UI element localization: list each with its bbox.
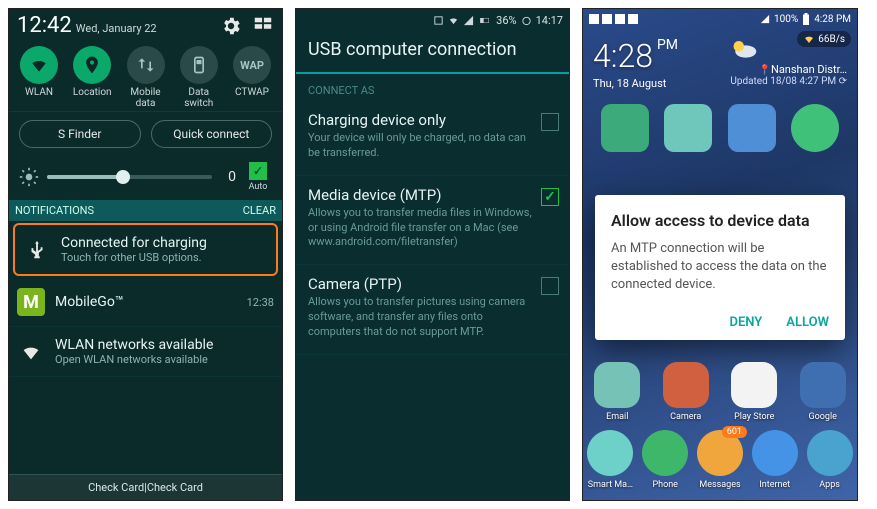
option-desc: Allows you to transfer pictures using ca… (308, 295, 533, 340)
option-mtp[interactable]: Media device (MTP) Allows you to transfe… (296, 176, 569, 266)
checkbox-checked[interactable] (541, 188, 559, 206)
battery-icon (478, 15, 492, 26)
notification-title: Connected for charging (61, 235, 207, 251)
notification-mobilego[interactable]: M MobileGo™ 12:38 (9, 278, 282, 327)
option-title: Charging device only (308, 111, 533, 129)
signal-icon (760, 14, 770, 24)
battery-percent: 36% (496, 14, 516, 27)
dialog-title: Allow access to device data (611, 211, 829, 230)
status-bar: 100% 4:28 PM (583, 9, 857, 29)
app-messages[interactable]: 601Messages (693, 430, 748, 490)
mobilego-icon: M (17, 288, 45, 316)
app-phone[interactable]: Phone (638, 430, 693, 490)
badge-count: 601 (722, 426, 747, 438)
location-text: 📍Nanshan Distr… (730, 63, 847, 76)
notifications-title: NOTIFICATIONS (15, 204, 94, 217)
option-charging-only[interactable]: Charging device only Your device will on… (296, 101, 569, 176)
phone1-notification-panel: 12:42 Wed, January 22 WLAN Location Mobi… (8, 8, 283, 501)
app-apps[interactable]: Apps (802, 430, 857, 490)
wifi-icon (448, 15, 459, 26)
status-icon (615, 14, 625, 24)
status-icon (602, 14, 612, 24)
option-title: Media device (MTP) (308, 186, 533, 204)
dock-row: Smart Ma… Phone 601Messages Internet App… (583, 430, 857, 490)
clock-date: Wed, January 22 (76, 22, 157, 35)
clock-ampm: PM (657, 37, 678, 53)
phone2-usb-settings: 36% 14:17 USB computer connection CONNEC… (295, 8, 570, 501)
app-widget[interactable] (791, 104, 839, 152)
qs-wlan[interactable]: WLAN (13, 46, 65, 109)
dialog-body: An MTP connection will be established to… (611, 240, 829, 295)
checkbox[interactable] (541, 113, 559, 131)
status-icon (589, 14, 599, 24)
sfinder-button[interactable]: S Finder (19, 120, 141, 148)
status-time: 14:17 (536, 14, 563, 27)
battery-icon (802, 13, 810, 25)
notification-title: WLAN networks available (55, 337, 213, 353)
brightness-row: 0 ✓Auto (9, 156, 282, 200)
weather-cloud-icon (730, 37, 758, 59)
notification-title: MobileGo™ (55, 294, 124, 310)
brightness-slider[interactable] (47, 175, 212, 179)
app-play-store[interactable]: Play Store (722, 362, 786, 422)
clock-time: 4:28 (593, 37, 653, 75)
grid-icon[interactable] (252, 15, 274, 37)
footer-text: Check Card|Check Card (9, 474, 282, 500)
clock-date: Thu, 18 August (593, 77, 678, 90)
deny-button[interactable]: DENY (729, 315, 762, 330)
section-header: CONNECT AS (296, 74, 569, 101)
app-email[interactable]: Email (585, 362, 649, 422)
app-camera[interactable]: Camera (654, 362, 718, 422)
option-desc: Your device will only be charged, no dat… (308, 131, 533, 161)
battery-percent: 100% (774, 14, 798, 25)
speed-bubble: 66B/s (797, 31, 851, 47)
status-bar: 36% 14:17 (296, 9, 569, 31)
wifi-icon (803, 33, 815, 45)
app-widget[interactable] (601, 104, 649, 152)
checkbox[interactable] (541, 277, 559, 295)
notification-sub: Open WLAN networks available (55, 353, 213, 366)
app-google[interactable]: Google (791, 362, 855, 422)
screen-title: USB computer connection (296, 31, 569, 74)
option-desc: Allows you to transfer media files in Wi… (308, 206, 533, 251)
quick-settings-row: WLAN Location Mobile data Data switch WA… (9, 40, 282, 112)
option-title: Camera (PTP) (308, 275, 533, 293)
option-ptp[interactable]: Camera (PTP) Allows you to transfer pict… (296, 265, 569, 355)
usb-icon (23, 236, 51, 264)
app-widget[interactable] (728, 104, 776, 152)
brightness-icon (19, 167, 39, 187)
qs-ctwap[interactable]: WAPCTWAP (226, 46, 278, 109)
quick-connect-button[interactable]: Quick connect (151, 120, 273, 148)
nfc-icon (433, 15, 444, 26)
clock-time: 12:42 (17, 13, 72, 38)
status-icon (628, 14, 638, 24)
settings-icon[interactable] (220, 15, 242, 37)
qs-mobile-data[interactable]: Mobile data (120, 46, 172, 109)
notification-time: 12:38 (247, 296, 274, 309)
notification-wlan[interactable]: WLAN networks available Open WLAN networ… (9, 327, 282, 377)
app-smart-manager[interactable]: Smart Ma… (583, 430, 638, 490)
qs-location[interactable]: Location (66, 46, 118, 109)
app-internet[interactable]: Internet (747, 430, 802, 490)
notification-sub: Touch for other USB options. (61, 251, 207, 264)
status-bar: 12:42 Wed, January 22 (9, 9, 282, 40)
mtp-access-dialog: Allow access to device data An MTP conne… (595, 195, 845, 340)
widget-row (583, 94, 857, 156)
qs-data-switch[interactable]: Data switch (173, 46, 225, 109)
signal-icon (463, 15, 474, 26)
notifications-header: NOTIFICATIONS Clear (9, 200, 282, 221)
clear-button[interactable]: Clear (243, 204, 276, 217)
app-widget[interactable] (664, 104, 712, 152)
brightness-value: 0 (220, 169, 236, 185)
alarm-icon (521, 15, 532, 26)
status-time: 4:28 PM (814, 14, 851, 25)
phone3-home-screen: 100% 4:28 PM 66B/s 4:28 PM Thu, 18 Augus… (582, 8, 858, 501)
allow-button[interactable]: ALLOW (786, 315, 829, 330)
auto-brightness-toggle[interactable]: ✓Auto (244, 162, 272, 192)
updated-text: Updated 18/08 4:27 PM ⟳ (730, 76, 847, 87)
notification-usb[interactable]: Connected for charging Touch for other U… (13, 223, 278, 276)
app-row-1: Email Camera Play Store Google (583, 362, 857, 422)
wifi-open-icon (17, 338, 45, 366)
